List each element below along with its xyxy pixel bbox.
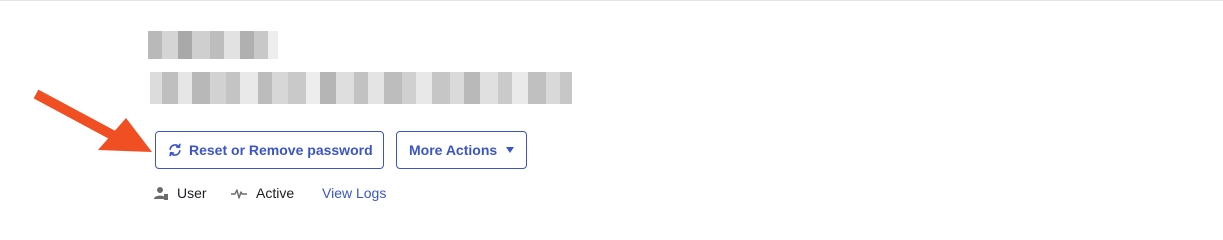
refresh-icon [168, 143, 182, 157]
top-divider [0, 0, 1223, 1]
user-status: Active [231, 184, 294, 202]
annotation-arrow-icon [33, 89, 152, 152]
more-actions-button[interactable]: More Actions [396, 131, 527, 169]
user-icon [154, 186, 168, 200]
pulse-icon [231, 187, 247, 199]
user-role-label: User [177, 185, 207, 201]
caret-down-icon [506, 147, 515, 153]
reset-password-button[interactable]: Reset or Remove password [155, 131, 384, 169]
user-email-redacted [150, 72, 572, 104]
reset-password-label: Reset or Remove password [189, 142, 373, 158]
view-logs-link[interactable]: View Logs [322, 184, 386, 202]
user-name-redacted [148, 31, 278, 59]
more-actions-label: More Actions [409, 142, 498, 158]
user-status-label: Active [256, 185, 295, 201]
user-role: User [154, 184, 207, 202]
